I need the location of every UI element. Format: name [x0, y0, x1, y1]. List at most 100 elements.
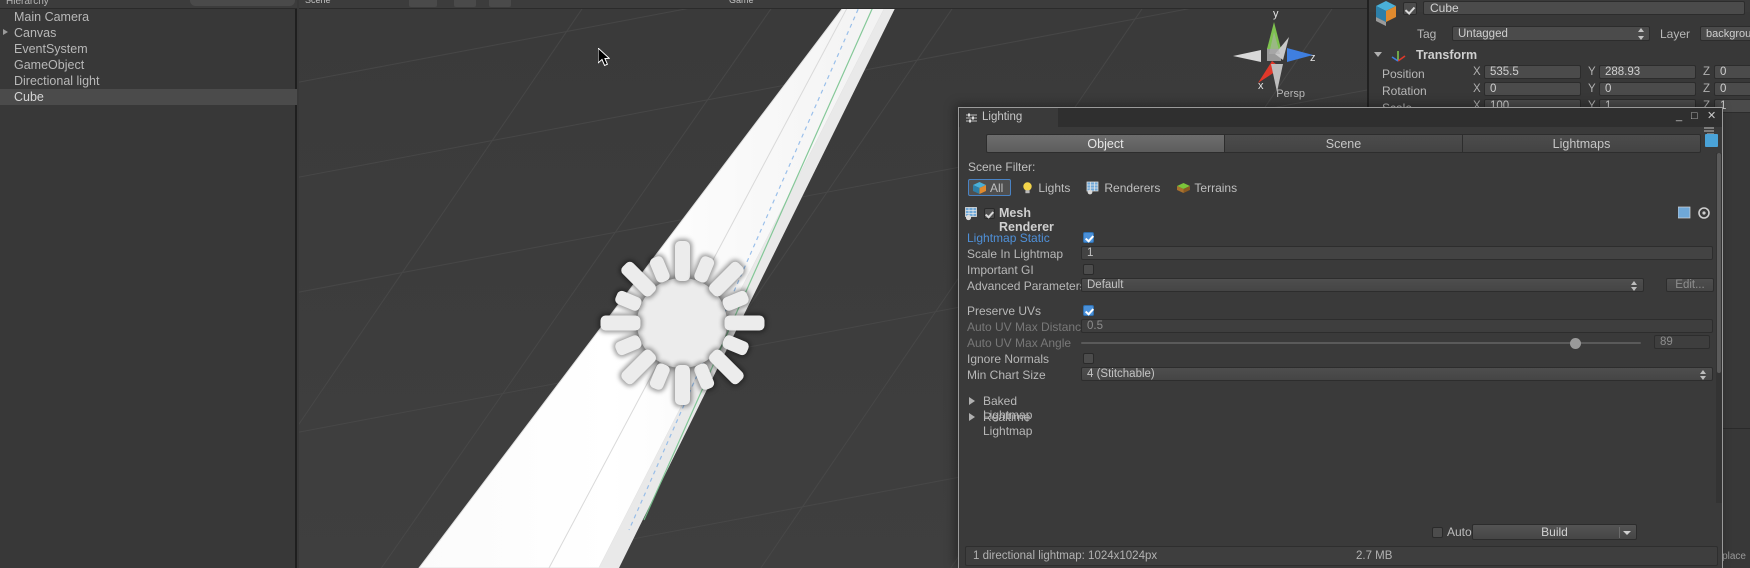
object-name-field[interactable]: Cube — [1423, 1, 1745, 15]
hierarchy-item-canvas[interactable]: Canvas — [0, 25, 297, 41]
tab-scene[interactable]: Scene — [1225, 134, 1463, 153]
chevron-down-icon[interactable] — [1623, 531, 1631, 535]
position-y-field[interactable]: 288.93 — [1599, 65, 1696, 79]
hierarchy-item-main-camera[interactable]: Main Camera — [0, 9, 297, 25]
mesh-renderer-icon — [1086, 181, 1099, 194]
lightmap-preview-icon[interactable] — [1705, 134, 1718, 147]
transform-component-header[interactable]: Transform — [1369, 46, 1750, 64]
foldout-triangle-icon[interactable] — [969, 397, 975, 405]
property-row-min-chart-size: Min Chart Size 4 (Stitchable) — [959, 367, 1724, 383]
sun-ray — [600, 315, 640, 331]
property-row-lightmap-static: Lightmap Static — [959, 230, 1724, 246]
rotation-z-field[interactable]: 0 — [1714, 82, 1750, 96]
lighting-settings-icon — [966, 113, 977, 123]
hierarchy-item-cube[interactable]: Cube — [0, 89, 297, 105]
toolbar-2d-toggle[interactable] — [454, 0, 476, 7]
hierarchy-list: Main Camera Canvas EventSystem GameObjec… — [0, 9, 297, 105]
filter-renderers-button[interactable]: Renderers — [1083, 179, 1167, 196]
filter-lights-button[interactable]: Lights — [1017, 179, 1077, 196]
sun-ray — [724, 315, 764, 331]
property-label: Min Chart Size — [967, 368, 1046, 382]
lighting-window-scrollbar[interactable] — [1716, 153, 1722, 503]
rotation-y-field[interactable]: 0 — [1599, 82, 1696, 96]
build-button[interactable]: Build — [1472, 524, 1637, 540]
preserve-uvs-checkbox[interactable] — [1083, 305, 1094, 316]
mesh-renderer-enabled-checkbox[interactable] — [984, 208, 995, 219]
rotation-x-field[interactable]: 0 — [1484, 82, 1581, 96]
component-tool-icons[interactable] — [1678, 206, 1712, 220]
position-x-field[interactable]: 535.5 — [1484, 65, 1581, 79]
scene-view-toolbar[interactable]: Scene Game — [299, 0, 1367, 9]
chevron-updown-icon — [1700, 370, 1707, 380]
tag-dropdown[interactable]: Untagged — [1452, 26, 1650, 41]
min-chart-size-value: 4 (Stitchable) — [1087, 368, 1155, 380]
axis-label-y: Y — [1588, 66, 1596, 78]
axis-label-z: z — [1310, 52, 1316, 64]
hierarchy-item-label: EventSystem — [14, 42, 88, 56]
scale-in-lightmap-field[interactable]: 1 — [1081, 246, 1713, 260]
property-row-important-gi: Important GI — [959, 262, 1724, 278]
toolbar-lighting-toggle[interactable] — [489, 0, 511, 7]
game-tab-label[interactable]: Game — [729, 0, 754, 5]
foldout-triangle-icon[interactable] — [1374, 52, 1382, 57]
scene-tab-label[interactable]: Scene — [305, 0, 331, 5]
advanced-parameters-value: Default — [1087, 279, 1124, 291]
chevron-updown-icon — [1631, 281, 1638, 291]
inspector-object-row: Cube — [1369, 1, 1750, 26]
object-active-checkbox[interactable] — [1403, 2, 1417, 15]
divider — [1619, 527, 1620, 538]
hierarchy-search-input[interactable] — [190, 0, 295, 6]
hierarchy-panel-title: Hierarchy — [6, 0, 49, 7]
expand-triangle-icon[interactable] — [3, 29, 8, 35]
scene-view-perspective-label[interactable]: Persp — [1276, 88, 1305, 100]
important-gi-checkbox[interactable] — [1083, 264, 1094, 275]
position-z-field[interactable]: 0 — [1714, 65, 1750, 79]
lighting-tab-bar[interactable]: Object Scene Lightmaps — [986, 134, 1701, 153]
auto-uv-max-angle-slider[interactable] — [1081, 338, 1641, 349]
property-row-ignore-normals: Ignore Normals — [959, 351, 1724, 367]
layer-dropdown[interactable]: background — [1700, 26, 1750, 41]
sun-ray — [720, 289, 751, 313]
min-chart-size-popup[interactable]: 4 (Stitchable) — [1081, 367, 1713, 381]
foldout-triangle-icon[interactable] — [969, 413, 975, 421]
auto-uv-max-distance-field[interactable]: 0.5 — [1081, 319, 1713, 333]
sun-ray — [613, 333, 644, 357]
hierarchy-item-eventsystem[interactable]: EventSystem — [0, 41, 297, 57]
edit-parameters-button[interactable]: Edit... — [1666, 278, 1714, 292]
slider-handle[interactable] — [1570, 338, 1581, 349]
toolbar-shaded-dropdown[interactable] — [409, 0, 437, 7]
foldout-label: Realtime Lightmap — [983, 410, 1033, 438]
auto-label: Auto — [1447, 525, 1472, 539]
sun-ray — [674, 365, 690, 405]
hierarchy-item-gameobject[interactable]: GameObject — [0, 57, 297, 73]
property-row-scale-in-lightmap: Scale In Lightmap 1 — [959, 246, 1724, 262]
lightmap-static-checkbox[interactable] — [1083, 232, 1094, 243]
lighting-window-tab[interactable]: Lighting — [960, 108, 1058, 127]
ignore-normals-checkbox[interactable] — [1083, 353, 1094, 364]
advanced-parameters-popup[interactable]: Default — [1081, 278, 1644, 292]
sun-ray — [674, 241, 690, 281]
window-controls[interactable]: _ □ ✕ — [1676, 111, 1718, 122]
maximize-icon[interactable]: □ — [1691, 111, 1698, 122]
axis-label-x: X — [1473, 83, 1481, 95]
property-row-auto-uv-max-distance: Auto UV Max Distance 0.5 — [959, 319, 1724, 335]
property-label: Ignore Normals — [967, 352, 1050, 366]
scrollbar-thumb[interactable] — [1717, 153, 1721, 373]
lighting-window-titlebar[interactable]: Lighting _ □ ✕ — [959, 108, 1722, 135]
auto-build-checkbox[interactable] — [1432, 527, 1443, 538]
hierarchy-item-directional-light[interactable]: Directional light — [0, 73, 297, 89]
minimize-icon[interactable]: _ — [1676, 111, 1682, 122]
tab-object[interactable]: Object — [986, 134, 1225, 153]
filter-label: Terrains — [1194, 180, 1238, 195]
axis-label-z: Z — [1703, 66, 1711, 78]
tag-layer-row: Tag Untagged Layer background — [1369, 25, 1750, 43]
scene-filter-buttons[interactable]: All Lights Renderers Terrains — [968, 179, 1250, 196]
directional-light-sun-icon[interactable] — [574, 215, 790, 431]
tab-lightmaps[interactable]: Lightmaps — [1463, 134, 1701, 153]
auto-uv-max-angle-value[interactable]: 89 — [1654, 335, 1710, 349]
filter-terrains-button[interactable]: Terrains — [1173, 179, 1244, 196]
scene-axis-gizmo[interactable]: y z x — [1225, 4, 1325, 104]
filter-all-button[interactable]: All — [968, 179, 1012, 196]
sun-ray — [648, 361, 672, 392]
close-icon[interactable]: ✕ — [1707, 111, 1716, 122]
